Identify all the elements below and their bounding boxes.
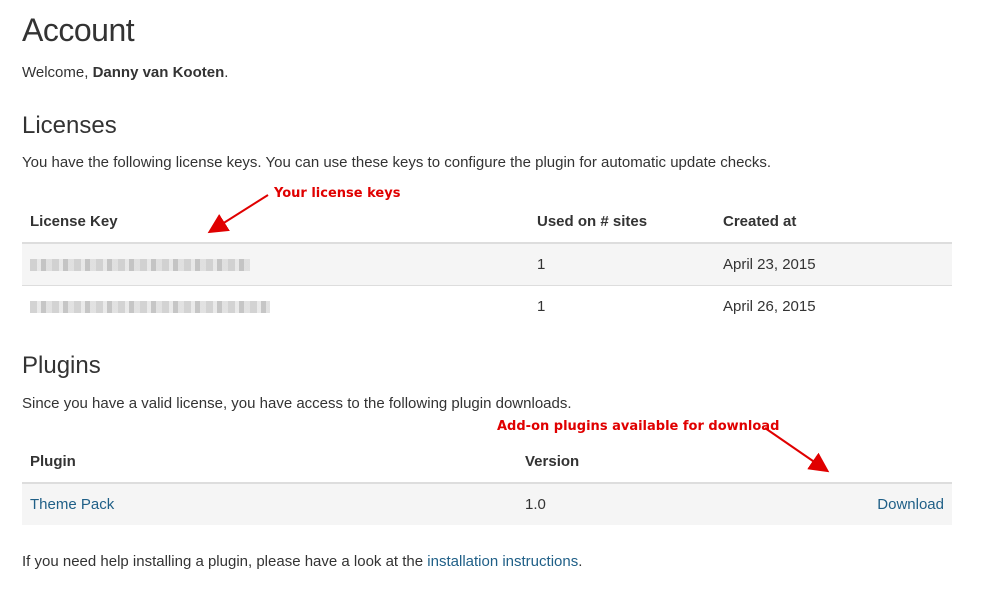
footer-prefix: If you need help installing a plugin, pl… — [22, 553, 428, 570]
licenses-header-row: License Key Used on # sites Created at — [22, 201, 952, 244]
welcome-prefix: Welcome, — [22, 64, 93, 81]
page-title: Account — [22, 12, 135, 48]
column-header-used-on-sites: Used on # sites — [529, 201, 715, 244]
annotation-addon-plugins: Add-on plugins available for download — [497, 419, 780, 434]
user-name: Danny van Kooten — [92, 64, 225, 81]
welcome-text: Welcome, Danny van Kooten. — [22, 64, 228, 81]
version-cell: 1.0 — [517, 482, 717, 525]
license-key-cell — [22, 285, 529, 327]
download-link[interactable]: Download — [877, 496, 944, 513]
plugins-intro: Since you have a valid license, you have… — [22, 395, 572, 412]
column-header-version: Version — [517, 441, 717, 484]
table-row: Theme Pack 1.0 Download — [22, 482, 952, 525]
licenses-intro: You have the following license keys. You… — [22, 154, 772, 171]
sites-cell: 1 — [529, 242, 715, 286]
plugins-table: Plugin Version Theme Pack 1.0 Download — [22, 441, 952, 525]
footer-suffix: . — [578, 553, 583, 570]
plugins-header-row: Plugin Version — [22, 441, 952, 484]
footer-help-text: If you need help installing a plugin, pl… — [22, 553, 582, 570]
table-row: 1 April 23, 2015 — [22, 242, 952, 286]
column-header-download — [716, 441, 952, 484]
table-row: 1 April 26, 2015 — [22, 285, 952, 327]
licenses-table: License Key Used on # sites Created at 1… — [22, 201, 952, 327]
download-cell: Download — [716, 482, 952, 525]
welcome-suffix: . — [224, 64, 229, 81]
license-key-redacted[interactable] — [30, 301, 270, 314]
license-key-redacted[interactable] — [30, 259, 250, 272]
plugin-link-theme-pack[interactable]: Theme Pack — [30, 496, 114, 513]
column-header-created-at: Created at — [715, 201, 952, 244]
created-cell: April 23, 2015 — [715, 242, 952, 286]
installation-instructions-link[interactable]: installation instructions — [427, 553, 578, 570]
license-key-cell — [22, 242, 529, 286]
column-header-plugin: Plugin — [22, 441, 517, 484]
created-cell: April 26, 2015 — [715, 285, 952, 327]
plugin-name-cell: Theme Pack — [22, 482, 517, 525]
annotation-license-keys: Your license keys — [274, 186, 401, 201]
sites-cell: 1 — [529, 285, 715, 327]
licenses-heading: Licenses — [22, 112, 117, 139]
plugins-heading: Plugins — [22, 352, 101, 379]
column-header-license-key: License Key — [22, 201, 529, 244]
